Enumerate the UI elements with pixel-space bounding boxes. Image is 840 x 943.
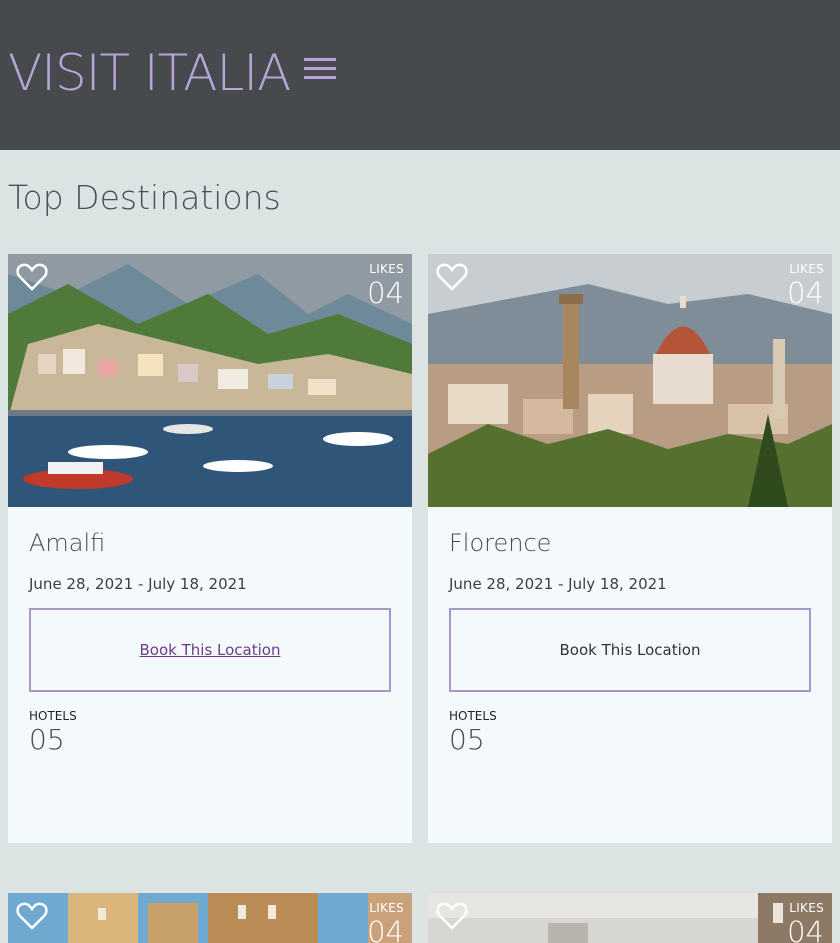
likes-label: LIKES (369, 262, 404, 276)
destination-card: LIKES 04 (8, 893, 412, 943)
destination-dates: June 28, 2021 - July 18, 2021 (449, 575, 667, 593)
book-location-button[interactable]: Book This Location (449, 608, 811, 692)
book-location-button[interactable]: Book This Location (29, 608, 391, 692)
likes-count: 04 (787, 276, 824, 310)
heart-icon[interactable] (436, 901, 468, 931)
destination-dates: June 28, 2021 - July 18, 2021 (29, 575, 247, 593)
likes-count: 04 (367, 276, 404, 310)
hotels-label: HOTELS (449, 709, 497, 723)
section-title: Top Destinations (8, 178, 281, 217)
likes-label: LIKES (789, 901, 824, 915)
hotels-count: 05 (449, 723, 485, 756)
likes-count: 04 (367, 915, 404, 943)
likes-label: LIKES (369, 901, 404, 915)
destination-photo: LIKES 04 (428, 893, 832, 943)
destination-name: Florence (449, 529, 552, 557)
hotels-label: HOTELS (29, 709, 77, 723)
hotels-count: 05 (29, 723, 65, 756)
heart-icon[interactable] (16, 262, 48, 292)
destination-photo: LIKES 04 (428, 254, 832, 507)
destination-card-amalfi: LIKES 04 Amalfi June 28, 2021 - July 18,… (8, 254, 412, 843)
destination-name: Amalfi (29, 529, 106, 557)
likes-label: LIKES (789, 262, 824, 276)
hamburger-icon[interactable] (304, 58, 336, 82)
brand-logo-text[interactable]: VISIT ITALIA (8, 44, 291, 102)
destination-card-florence: LIKES 04 Florence June 28, 2021 - July 1… (428, 254, 832, 843)
heart-icon[interactable] (16, 901, 48, 931)
destination-photo: LIKES 04 (8, 893, 412, 943)
destination-card: LIKES 04 (428, 893, 832, 943)
destination-photo: LIKES 04 (8, 254, 412, 507)
site-header: VISIT ITALIA (0, 0, 840, 150)
heart-icon[interactable] (436, 262, 468, 292)
likes-count: 04 (787, 915, 824, 943)
